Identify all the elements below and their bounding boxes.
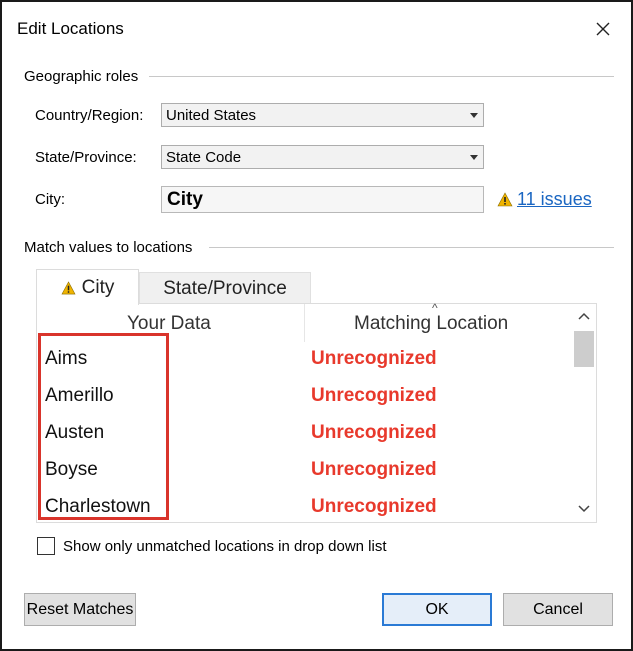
title-bar: Edit Locations bbox=[2, 2, 631, 56]
reset-matches-button[interactable]: Reset Matches bbox=[24, 593, 136, 626]
matching-location-cell[interactable]: Unrecognized bbox=[311, 496, 437, 518]
column-separator[interactable] bbox=[304, 304, 305, 342]
matching-location-cell[interactable]: Unrecognized bbox=[311, 422, 437, 444]
scroll-thumb[interactable] bbox=[574, 331, 594, 367]
show-unmatched-option[interactable]: Show only unmatched locations in drop do… bbox=[37, 537, 387, 555]
dialog-title: Edit Locations bbox=[17, 19, 124, 38]
chevron-down-icon bbox=[578, 505, 590, 513]
warning-icon bbox=[61, 280, 76, 294]
chevron-up-icon bbox=[578, 312, 590, 320]
column-header-your-data[interactable]: Your Data bbox=[127, 313, 211, 335]
tab-city[interactable]: City bbox=[36, 269, 139, 305]
show-unmatched-checkbox[interactable] bbox=[37, 537, 55, 555]
city-field[interactable]: City bbox=[161, 186, 484, 213]
group-divider bbox=[209, 247, 614, 248]
warning-icon bbox=[497, 192, 513, 207]
scroll-up-button[interactable] bbox=[576, 308, 592, 324]
tab-label: City bbox=[81, 276, 115, 298]
edit-locations-dialog: Edit Locations Geographic roles Country/… bbox=[0, 0, 633, 651]
country-label: Country/Region: bbox=[35, 107, 144, 124]
close-icon bbox=[596, 22, 610, 36]
close-button[interactable] bbox=[584, 12, 622, 46]
show-unmatched-label: Show only unmatched locations in drop do… bbox=[63, 537, 387, 555]
scroll-down-button[interactable] bbox=[576, 501, 592, 517]
chevron-down-icon bbox=[470, 113, 478, 118]
highlight-annotation-box bbox=[38, 333, 169, 520]
match-values-heading: Match values to locations bbox=[24, 239, 193, 256]
country-value: United States bbox=[166, 107, 257, 124]
city-label: City: bbox=[35, 191, 65, 208]
group-divider bbox=[149, 76, 614, 77]
matching-location-cell[interactable]: Unrecognized bbox=[311, 348, 437, 370]
issues-link[interactable]: 11 issues bbox=[517, 189, 592, 210]
state-dropdown[interactable]: State Code bbox=[161, 145, 484, 169]
matching-location-cell[interactable]: Unrecognized bbox=[311, 459, 437, 481]
tab-label: State/Province bbox=[163, 277, 287, 299]
issues-indicator: 11 issues bbox=[497, 189, 592, 210]
matching-location-cell[interactable]: Unrecognized bbox=[311, 385, 437, 407]
chevron-down-icon bbox=[470, 155, 478, 160]
geographic-roles-heading: Geographic roles bbox=[24, 68, 139, 85]
state-label: State/Province: bbox=[35, 149, 137, 166]
ok-button[interactable]: OK bbox=[382, 593, 492, 626]
vertical-scrollbar[interactable] bbox=[572, 304, 596, 522]
column-header-matching-location[interactable]: Matching Location bbox=[354, 313, 508, 335]
state-value: State Code bbox=[166, 149, 242, 166]
country-dropdown[interactable]: United States bbox=[161, 103, 484, 127]
cancel-button[interactable]: Cancel bbox=[503, 593, 613, 626]
tab-state-province[interactable]: State/Province bbox=[139, 272, 311, 304]
